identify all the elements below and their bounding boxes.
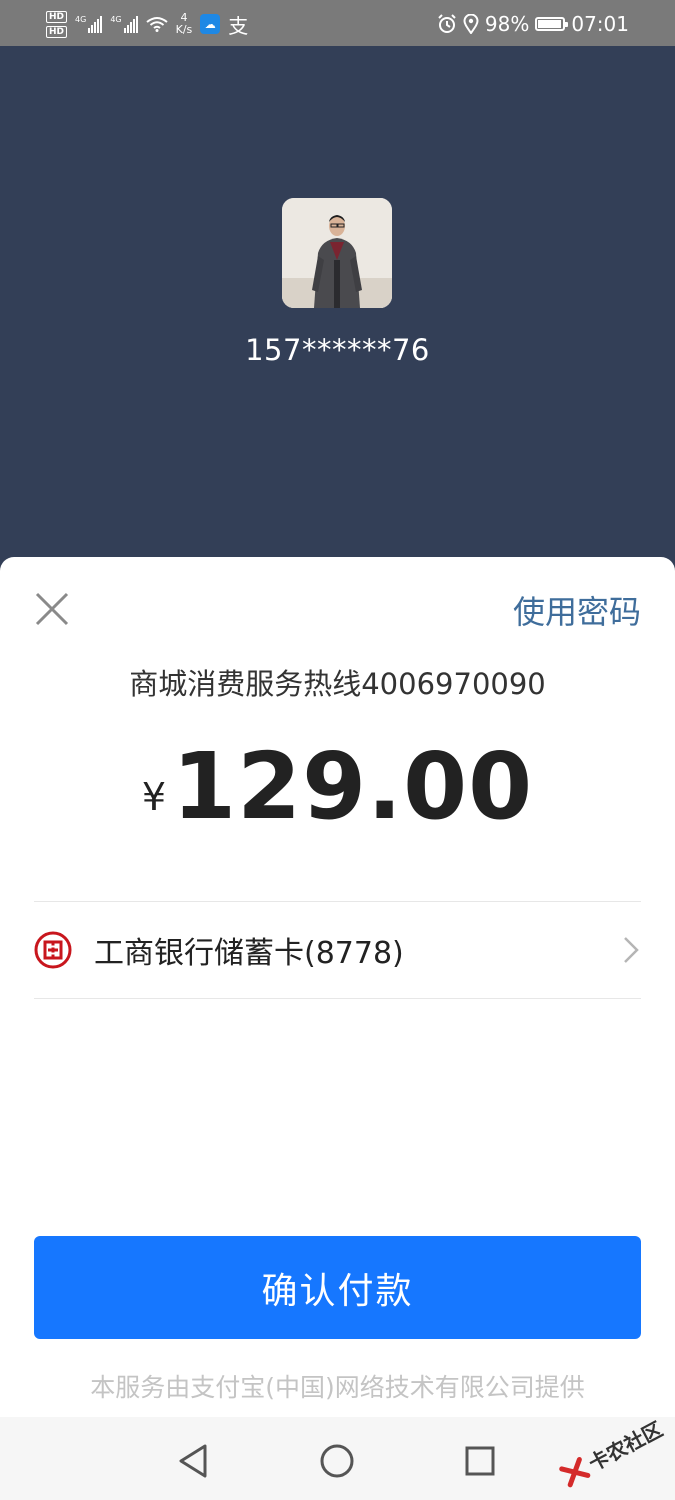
- status-bar: HD HD 4G 4G 4 K/s ☁ 支 98% 07:01: [0, 0, 675, 46]
- use-password-link[interactable]: 使用密码: [513, 587, 641, 633]
- hd-indicators: HD HD: [46, 10, 68, 38]
- currency-symbol: ¥: [141, 775, 167, 819]
- signal-icon: 4G: [110, 15, 138, 33]
- alipay-icon: 支: [228, 13, 249, 38]
- payment-method-label: 工商银行储蓄卡(8778): [94, 936, 404, 971]
- battery-icon: [535, 17, 569, 31]
- merchant-name: 商城消费服务热线4006970090: [129, 667, 546, 701]
- location-icon: [463, 14, 479, 34]
- hd-badge: HD: [46, 10, 68, 23]
- battery-percent: 98%: [484, 12, 530, 36]
- network-speed: 4 K/s: [176, 12, 193, 36]
- amount-display: ¥129.00: [0, 733, 675, 840]
- status-left: HD HD 4G 4G 4 K/s ☁ 支: [46, 6, 248, 42]
- payment-sheet: 使用密码 商城消费服务热线4006970090 ¥129.00 工商银行储蓄卡(…: [0, 557, 675, 1500]
- status-right: 98% 07:01: [437, 6, 629, 42]
- close-icon[interactable]: [34, 591, 70, 627]
- icbc-logo-icon: [34, 931, 72, 969]
- hd-badge: HD: [46, 25, 68, 38]
- wifi-icon: [145, 17, 168, 32]
- divider: [34, 998, 641, 999]
- recents-nav-icon[interactable]: [460, 1441, 500, 1481]
- cloud-app-icon: ☁: [200, 14, 221, 34]
- avatar-photo: [282, 198, 392, 308]
- alarm-icon: [438, 14, 456, 33]
- clock: 07:01: [571, 12, 629, 36]
- home-nav-icon[interactable]: [317, 1441, 357, 1481]
- service-provider-note: 本服务由支付宝(中国)网络技术有限公司提供: [90, 1373, 585, 1402]
- back-nav-icon[interactable]: [173, 1441, 213, 1481]
- confirm-payment-button[interactable]: 确认付款: [34, 1236, 641, 1339]
- network-type: 4G: [75, 15, 87, 24]
- amount-value: 129.00: [172, 733, 534, 840]
- chevron-right-icon: [624, 937, 639, 963]
- payee-account: 157******76: [245, 333, 430, 367]
- network-type: 4G: [110, 15, 122, 24]
- payment-method-row[interactable]: 工商银行储蓄卡(8778): [34, 902, 641, 998]
- signal-icon: 4G: [75, 15, 103, 33]
- speed-unit: K/s: [175, 23, 193, 36]
- avatar: [282, 198, 392, 308]
